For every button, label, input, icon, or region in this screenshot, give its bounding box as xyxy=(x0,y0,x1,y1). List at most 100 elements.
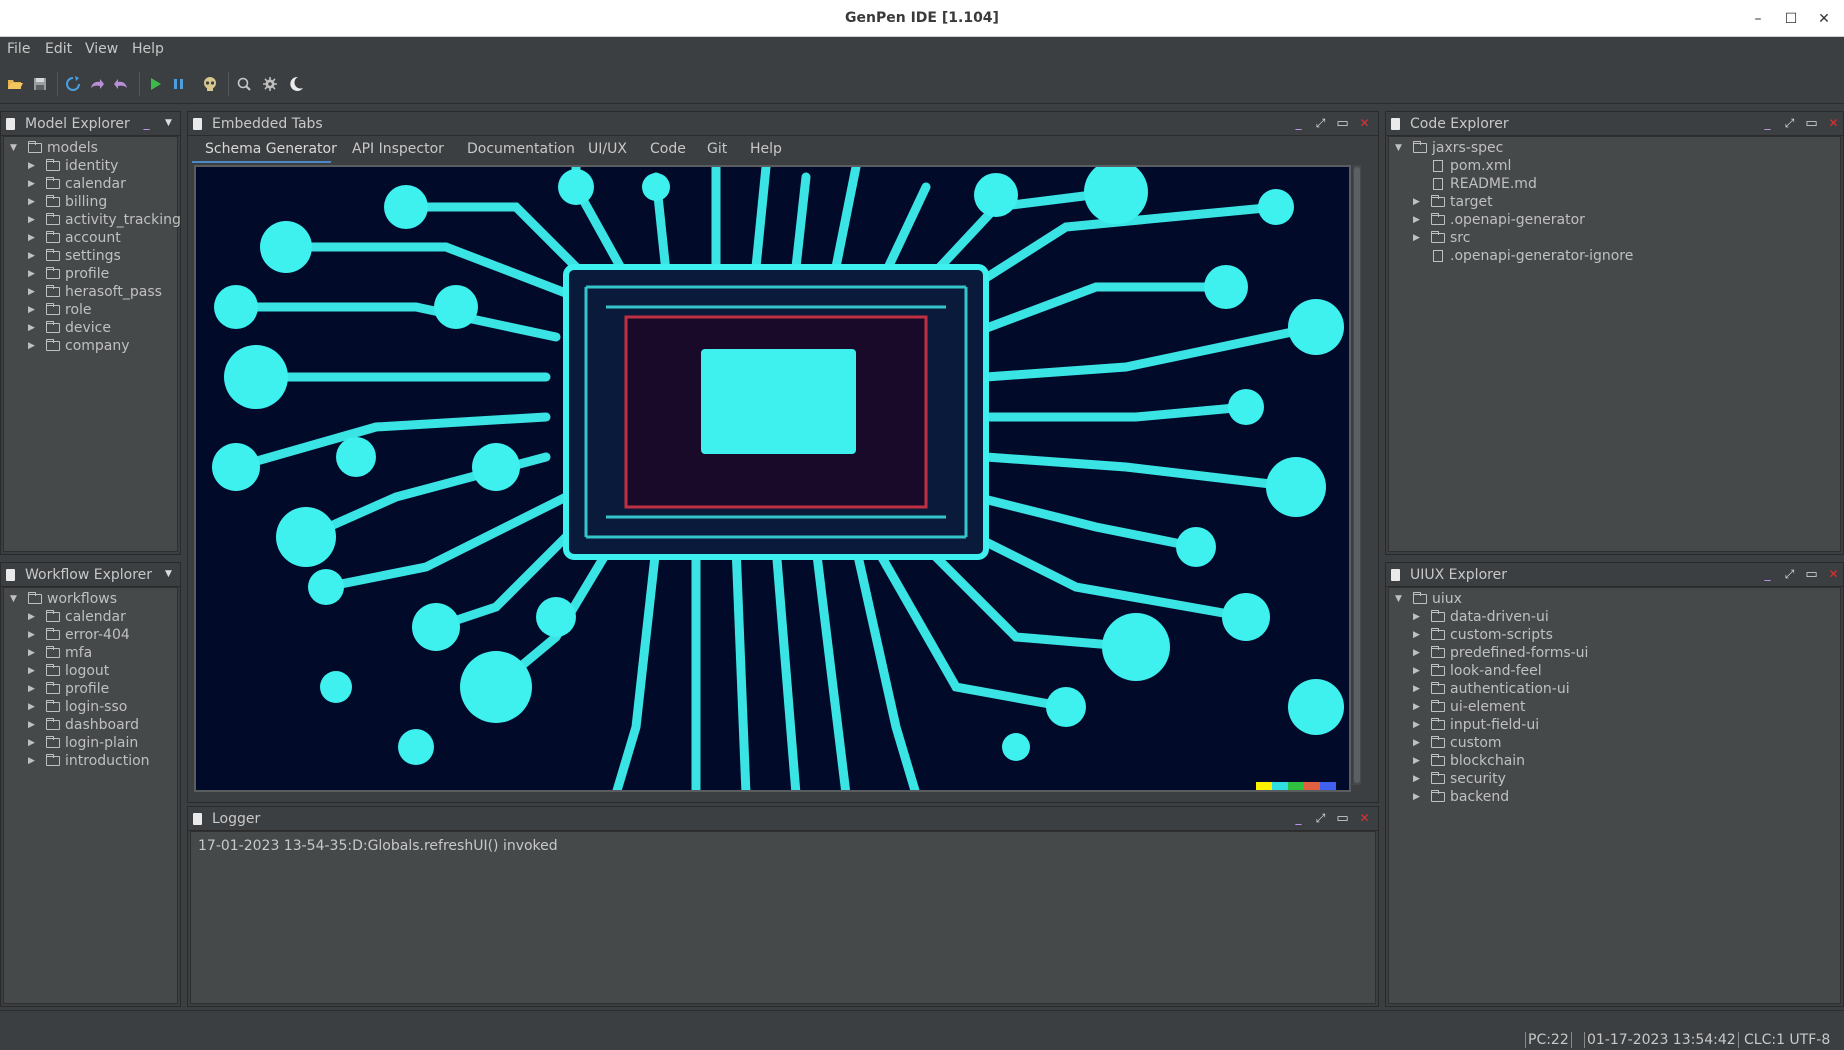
dropdown-arrow-icon[interactable]: ▼ xyxy=(161,116,176,131)
file-icon xyxy=(1433,250,1443,262)
tab-documentation[interactable]: Documentation xyxy=(467,141,575,157)
tree-item[interactable]: ▶ identity xyxy=(28,157,118,175)
tab-help[interactable]: Help xyxy=(750,141,782,157)
tree-item[interactable]: ▶ data-driven-ui xyxy=(1413,608,1549,626)
tree-root[interactable]: ▼ jaxrs-spec xyxy=(1395,139,1503,157)
tree-item[interactable]: ▶ input-field-ui xyxy=(1413,716,1539,734)
expand-panel-icon[interactable]: ⤢ xyxy=(1782,567,1797,582)
minimize-button[interactable]: – xyxy=(1747,8,1769,30)
minimize-panel-icon[interactable]: _ xyxy=(1291,116,1306,131)
minimize-panel-icon[interactable]: _ xyxy=(139,116,154,131)
float-panel-icon[interactable]: ▭ xyxy=(1804,116,1819,131)
tab-schema-generator[interactable]: Schema Generator xyxy=(205,141,337,157)
tree-item[interactable]: ▶ src xyxy=(1413,229,1470,247)
folder-icon xyxy=(1431,682,1445,694)
expand-panel-icon[interactable]: ⤢ xyxy=(1782,116,1797,131)
refresh-icon[interactable] xyxy=(64,75,82,93)
tree-item[interactable]: ▶ look-and-feel xyxy=(1413,662,1542,680)
tree-item[interactable]: ▶ company xyxy=(28,337,130,355)
tree-item[interactable]: .openapi-generator-ignore xyxy=(1413,247,1633,265)
active-tab-indicator xyxy=(192,161,331,163)
tab-api-inspector[interactable]: API Inspector xyxy=(352,141,444,157)
minimize-panel-icon[interactable]: _ xyxy=(1760,116,1775,131)
close-panel-icon[interactable]: ✕ xyxy=(1826,116,1841,131)
tree-item[interactable]: ▶ device xyxy=(28,319,111,337)
tree-item[interactable]: ▶ activity_tracking xyxy=(28,211,181,229)
tree-item[interactable]: ▶ predefined-forms-ui xyxy=(1413,644,1588,662)
search-icon[interactable] xyxy=(235,75,253,93)
tree-item[interactable]: ▶ login-sso xyxy=(28,698,127,716)
tree-item[interactable]: ▶ custom xyxy=(1413,734,1502,752)
expand-panel-icon[interactable]: ⤢ xyxy=(1313,811,1328,826)
tree-item[interactable]: ▶ ui-element xyxy=(1413,698,1526,716)
tree-item[interactable]: ▶ calendar xyxy=(28,608,126,626)
menu-edit[interactable]: Edit xyxy=(45,41,72,57)
close-panel-icon[interactable]: ✕ xyxy=(1357,811,1372,826)
tree-item[interactable]: ▶ target xyxy=(1413,193,1493,211)
menu-view[interactable]: View xyxy=(85,41,118,57)
tree-item[interactable]: ▶ .openapi-generator xyxy=(1413,211,1585,229)
run-icon[interactable] xyxy=(146,75,164,93)
vertical-scrollbar[interactable] xyxy=(1353,165,1361,785)
dropdown-arrow-icon[interactable]: ▼ xyxy=(161,567,176,582)
code-explorer-panel: Code Explorer _ ⤢ ▭ ✕ ▼ jaxrs-spec pom.xm… xyxy=(1385,111,1844,555)
logger-output[interactable]: 17-01-2023 13-54-35:D:Globals.refreshUI(… xyxy=(190,831,1376,1004)
moon-icon[interactable] xyxy=(287,75,305,93)
window-title: GenPen IDE [1.104] xyxy=(845,10,999,26)
tree-root[interactable]: ▼ uiux xyxy=(1395,590,1462,608)
tab-code[interactable]: Code xyxy=(650,141,686,157)
folder-icon xyxy=(46,628,60,640)
menu-help[interactable]: Help xyxy=(132,41,164,57)
folder-icon xyxy=(1431,664,1445,676)
float-panel-icon[interactable]: ▭ xyxy=(1804,567,1819,582)
pause-icon[interactable] xyxy=(170,75,188,93)
tree-item[interactable]: ▶ settings xyxy=(28,247,121,265)
scrollbar-thumb[interactable] xyxy=(1354,167,1360,783)
tree-item[interactable]: README.md xyxy=(1413,175,1537,193)
gear-icon[interactable] xyxy=(261,75,279,93)
tree-item[interactable]: ▶ login-plain xyxy=(28,734,138,752)
tree-root[interactable]: ▼ models xyxy=(10,139,98,157)
folder-icon xyxy=(1431,195,1445,207)
tree-item[interactable]: ▶ profile xyxy=(28,680,109,698)
tab-uiux[interactable]: UI/UX xyxy=(588,141,627,157)
tree-item[interactable]: ▶ logout xyxy=(28,662,109,680)
panel-icon xyxy=(1391,118,1400,130)
close-panel-icon[interactable]: ✕ xyxy=(1357,116,1372,131)
save-icon[interactable] xyxy=(31,75,49,93)
folder-icon xyxy=(1431,213,1445,225)
tree-item[interactable]: ▶ authentication-ui xyxy=(1413,680,1570,698)
maximize-button[interactable]: ☐ xyxy=(1780,8,1802,30)
tree-item[interactable]: ▶ calendar xyxy=(28,175,126,193)
undo-icon[interactable] xyxy=(112,75,130,93)
tree-item[interactable]: ▶ profile xyxy=(28,265,109,283)
tree-item[interactable]: ▶ custom-scripts xyxy=(1413,626,1553,644)
tree-item[interactable]: ▶ backend xyxy=(1413,788,1509,806)
tree-item[interactable]: ▶ account xyxy=(28,229,121,247)
tree-item[interactable]: ▶ security xyxy=(1413,770,1506,788)
circuit-illustration xyxy=(196,167,1349,790)
tree-root[interactable]: ▼ workflows xyxy=(10,590,117,608)
tree-item[interactable]: ▶ blockchain xyxy=(1413,752,1525,770)
expand-panel-icon[interactable]: ⤢ xyxy=(1313,116,1328,131)
skull-icon[interactable] xyxy=(201,75,219,93)
menu-file[interactable]: File xyxy=(7,41,30,57)
tree-item[interactable]: ▶ role xyxy=(28,301,92,319)
tree-item[interactable]: ▶ billing xyxy=(28,193,107,211)
float-panel-icon[interactable]: ▭ xyxy=(1335,811,1350,826)
folder-icon xyxy=(46,249,60,261)
minimize-panel-icon[interactable]: _ xyxy=(1291,811,1306,826)
tree-item[interactable]: ▶ error-404 xyxy=(28,626,130,644)
tree-item[interactable]: ▶ herasoft_pass xyxy=(28,283,162,301)
float-panel-icon[interactable]: ▭ xyxy=(1335,116,1350,131)
tree-item[interactable]: pom.xml xyxy=(1413,157,1511,175)
tree-item[interactable]: ▶ mfa xyxy=(28,644,92,662)
tree-item[interactable]: ▶ dashboard xyxy=(28,716,139,734)
tree-item[interactable]: ▶ introduction xyxy=(28,752,150,770)
folder-open-icon[interactable] xyxy=(6,75,24,93)
close-panel-icon[interactable]: ✕ xyxy=(1826,567,1841,582)
close-window-button[interactable]: ✕ xyxy=(1813,8,1835,30)
tab-git[interactable]: Git xyxy=(707,141,727,157)
minimize-panel-icon[interactable]: _ xyxy=(1760,567,1775,582)
redo-icon[interactable] xyxy=(88,75,106,93)
